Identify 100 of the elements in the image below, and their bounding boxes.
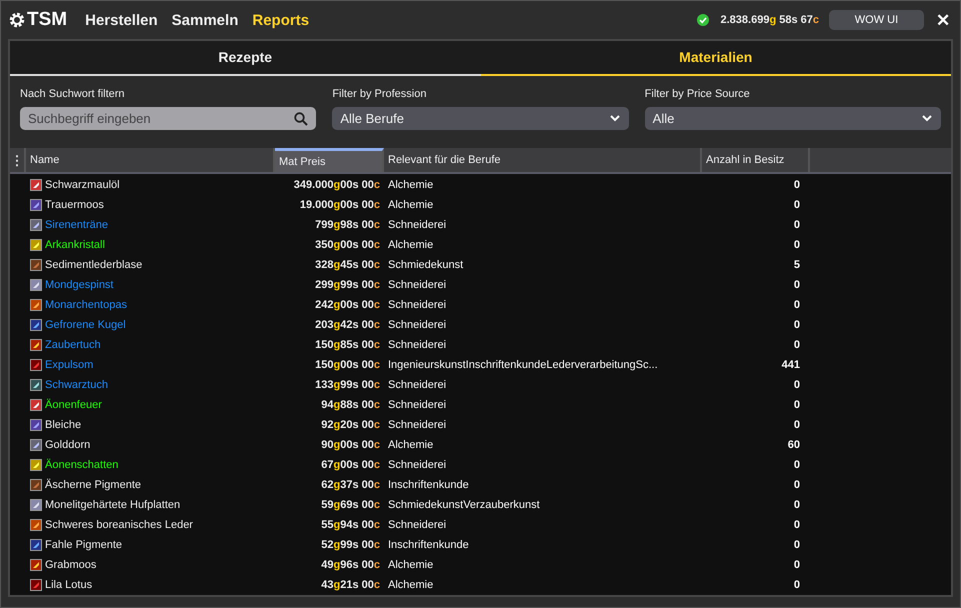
- column-header[interactable]: Anzahl in Besitz: [702, 148, 810, 172]
- search-icon: [294, 112, 308, 126]
- column-menu-button[interactable]: ⋮: [10, 148, 26, 172]
- price-cell-text: 19.000g00s 00c: [298, 198, 381, 213]
- item-name: Sedimentlederblase: [45, 259, 142, 271]
- table-cell-text: Schneiderei: [387, 399, 448, 411]
- item-name: Bleiche: [45, 419, 82, 431]
- dropdown[interactable]: Alle Berufe: [332, 106, 629, 130]
- table-cell-text: Schneiderei: [387, 319, 448, 331]
- item-icon: [30, 519, 42, 531]
- price-cell-text: 299g99s 00c: [314, 278, 381, 293]
- table-cell-text: IngenieurskunstInschriftenkundeLederverarbeitungSc...: [387, 359, 659, 371]
- search-field[interactable]: Suchbegriff eingeben: [20, 106, 316, 130]
- table-cell-text: Schneiderei: [387, 459, 448, 471]
- price-cell-text: 59g69s 00c: [320, 498, 381, 513]
- item-icon: [30, 539, 42, 551]
- item-name: Expulsom: [45, 359, 94, 371]
- item-name: Gefrorene Kugel: [45, 319, 126, 331]
- price-cell-text: 799g98s 00c: [314, 218, 381, 233]
- table-cell-text: 0: [792, 279, 801, 291]
- table-cell-text: SchmiedekunstVerzauberkunst: [387, 499, 541, 511]
- table-cell-text: 0: [792, 399, 801, 411]
- table-cell-text: 0: [792, 519, 801, 531]
- item-icon: [30, 339, 42, 351]
- table-cell-text: Schneiderei: [387, 379, 448, 391]
- table-cell-text: Schneiderei: [387, 339, 448, 351]
- item-icon: [30, 439, 42, 451]
- item-icon: [30, 259, 42, 271]
- item-name: Schwarztuch: [45, 379, 108, 391]
- item-icon: [30, 179, 42, 191]
- item-icon: [30, 479, 42, 491]
- tab[interactable]: Rezepte: [10, 41, 480, 76]
- nav-tab[interactable]: Herstellen: [85, 12, 158, 28]
- dropdown[interactable]: Alle: [644, 106, 941, 130]
- table-cell-text: Alchemie: [387, 179, 434, 191]
- table-cell-text: 0: [792, 499, 801, 511]
- price-cell-text: 203g42s 00c: [314, 318, 381, 333]
- price-cell-text: 55g94s 00c: [320, 518, 381, 533]
- table-cell-text: 0: [792, 419, 801, 431]
- item-name: Monelitgehärtete Hufplatten: [45, 499, 180, 511]
- check-icon: [696, 14, 708, 26]
- price-cell-text: 52g99s 00c: [320, 538, 381, 553]
- price-cell-text: 62g37s 00c: [320, 478, 381, 493]
- chevron-icon: [608, 114, 621, 122]
- table-cell-text: 441: [780, 359, 801, 371]
- item-icon: [30, 459, 42, 471]
- price-cell-text: 328g45s 00c: [314, 258, 381, 273]
- item-name: Grabmoos: [45, 559, 96, 571]
- table-cell-text: Schmiedekunst: [387, 259, 464, 271]
- item-name: Äscherne Pigmente: [45, 479, 141, 491]
- item-icon: [30, 239, 42, 251]
- nav-tab[interactable]: Reports: [252, 12, 310, 28]
- item-icon: [30, 359, 42, 371]
- close-button[interactable]: ✕: [936, 10, 950, 30]
- item-icon: [30, 379, 42, 391]
- table-cell-text: 0: [792, 319, 801, 331]
- table-cell-text: 0: [792, 539, 801, 551]
- ui-button[interactable]: WOW UI: [829, 10, 924, 30]
- column-header[interactable]: Relevant für die Berufe: [384, 148, 702, 172]
- table-cell-text: Schneiderei: [387, 299, 448, 311]
- table-cell-text: 0: [792, 199, 801, 211]
- tab[interactable]: Materialien: [480, 41, 951, 76]
- price-cell-text: 350g00s 00c: [314, 238, 381, 253]
- table-cell-text: Schneiderei: [387, 419, 448, 431]
- item-icon: [30, 299, 42, 311]
- table-cell-text: 0: [792, 559, 801, 571]
- table-cell-text: Alchemie: [387, 579, 434, 591]
- item-icon: [30, 559, 42, 571]
- price-cell-text: 150g00s 00c: [314, 358, 381, 373]
- item-icon: [30, 319, 42, 331]
- item-name: Äonenfeuer: [45, 399, 102, 411]
- item-icon: [30, 279, 42, 291]
- table-cell-text: Schneiderei: [387, 219, 448, 231]
- table-cell-text: 5: [792, 259, 801, 271]
- item-name: Arkankristall: [45, 239, 105, 251]
- table-cell-text: Alchemie: [387, 559, 434, 571]
- price-cell-text: 90g00s 00c: [320, 438, 381, 453]
- table-cell-text: 0: [792, 479, 801, 491]
- nav-tab[interactable]: Sammeln: [172, 12, 238, 28]
- currency-amount: 2.838.699g 58s 67c: [720, 14, 819, 26]
- item-icon: [30, 219, 42, 231]
- item-name: Äonenschatten: [45, 459, 118, 471]
- item-icon: [30, 199, 42, 211]
- table-cell-text: 0: [792, 459, 801, 471]
- table-cell-text: Inschriftenkunde: [387, 479, 470, 491]
- item-icon: [30, 579, 42, 591]
- price-cell-text: 150g85s 00c: [314, 338, 381, 353]
- table-cell-text: 0: [792, 299, 801, 311]
- table-cell-text: Alchemie: [387, 239, 434, 251]
- filter-label: Nach Suchwort filtern: [20, 88, 126, 100]
- table-cell-text: 0: [792, 579, 801, 591]
- price-cell-text: 43g21s 00c: [320, 578, 381, 593]
- gear-icon: [9, 12, 25, 28]
- column-header[interactable]: Mat Preis: [275, 148, 384, 172]
- table-cell-text: Schneiderei: [387, 279, 448, 291]
- item-name: Mondgespinst: [45, 279, 114, 291]
- item-icon: [30, 419, 42, 431]
- filter-label: Filter by Price Source: [644, 88, 751, 100]
- item-name: Monarchentopas: [45, 299, 127, 311]
- table-cell-text: 0: [792, 239, 801, 251]
